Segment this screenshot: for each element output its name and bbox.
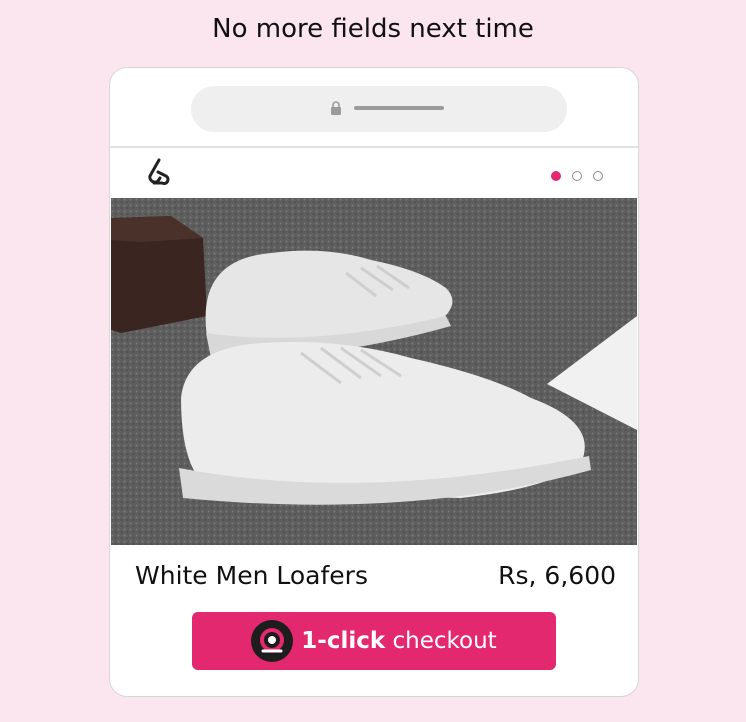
checkout-label: 1-click checkout xyxy=(301,628,496,654)
carousel-indicator xyxy=(551,171,603,181)
checkout-label-bold: 1-click xyxy=(301,628,386,654)
checkout-label-rest: checkout xyxy=(392,628,497,654)
carousel-dot[interactable] xyxy=(572,171,582,181)
headline: No more fields next time xyxy=(212,14,534,44)
product-name: White Men Loafers xyxy=(135,561,368,590)
url-placeholder-line xyxy=(354,106,444,110)
checkout-brand-icon xyxy=(251,620,294,662)
store-logo-icon[interactable] xyxy=(144,158,174,188)
browser-divider xyxy=(110,146,638,148)
one-click-checkout-button[interactable]: 1-click checkout xyxy=(192,612,556,670)
address-bar[interactable] xyxy=(191,86,567,132)
product-price: Rs, 6,600 xyxy=(498,561,616,590)
carousel-dot-active[interactable] xyxy=(551,171,561,181)
carousel-dot[interactable] xyxy=(593,171,603,181)
phone-frame: White Men Loafers Rs, 6,600 1-click chec… xyxy=(109,67,639,697)
product-image xyxy=(111,198,637,545)
lock-icon xyxy=(331,101,341,115)
